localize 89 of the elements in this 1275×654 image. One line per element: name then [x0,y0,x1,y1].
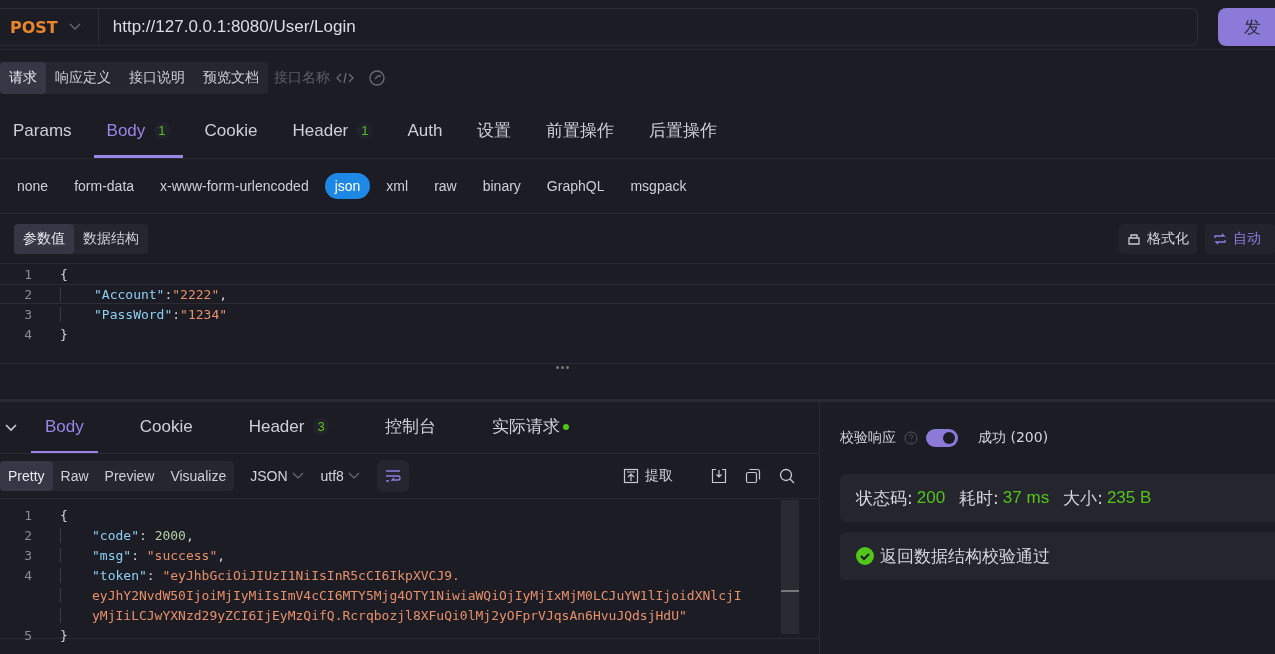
schema-check-message: 返回数据结构校验通过 [880,544,1050,568]
code-line: "msg": "success", [60,547,226,563]
response-tab[interactable]: Body [31,402,98,453]
body-type-option[interactable]: binary [472,173,531,199]
request-tab[interactable]: 前置操作 [533,106,628,158]
code-line: { [60,507,68,523]
stat-label: 状态码: [856,486,913,510]
body-type-option[interactable]: GraphQL [536,173,615,199]
stat-label: 耗时: [959,486,999,510]
editor-mode-tab[interactable]: 数据结构 [74,223,148,254]
line-number: 5 [23,627,33,643]
doc-tab[interactable]: 接口说明 [120,62,194,94]
stat-value: 37 ms [1002,488,1050,508]
response-tab[interactable]: 控制台 [370,402,450,453]
code-line: "PassWord":"1234" [60,306,228,322]
request-tab[interactable]: Body 1 [93,106,183,158]
doc-tab[interactable]: 请求 [0,62,46,94]
wrap-icon [383,469,402,483]
stat-value: 200 [916,488,946,508]
chevron-icon [67,22,82,32]
view-mode-tab[interactable]: Preview [96,461,163,491]
extract-button[interactable]: 提取 [623,467,673,485]
stat-value: 235 B [1106,488,1152,508]
collapse-icon[interactable] [4,422,18,433]
editor-mode-tab[interactable]: 参数值 [14,223,74,254]
body-type-option[interactable]: json [324,173,371,199]
chevron-icon [346,471,361,481]
validation-result: 成功 (200) [978,429,1049,447]
code-line: } [60,627,68,643]
request-tab[interactable]: Header 1 [279,106,386,158]
code-icon[interactable] [336,71,354,85]
request-tab[interactable]: Params [0,106,85,158]
body-type-option[interactable]: xml [376,173,419,199]
response-tab[interactable]: 实际请求 [477,402,583,453]
body-type-option[interactable]: x-www-form-urlencoded [150,173,319,199]
code-line: yMjIiLCJwYXNzd29yZCI6IjEyMzQifQ.Rcrqbozjl8XFuQi0lMj2yOFprVJqsAn6HvuJQdsjHdU" [60,607,687,623]
encoding-select[interactable]: utf8 [320,468,361,484]
doc-tab[interactable]: 响应定义 [46,62,120,94]
validate-label: 校验响应 [840,429,896,447]
response-tab[interactable]: Cookie [125,402,207,453]
download-icon[interactable] [711,468,727,484]
request-tab[interactable]: 设置 [464,106,525,158]
resize-handle[interactable] [554,366,571,369]
body-type-option[interactable]: raw [424,173,467,199]
line-number: 3 [23,306,33,322]
word-wrap-button[interactable] [376,460,409,492]
code-line: "token": "eyJhbGciOiJIUzI1NiIsInR5cCI6IkpXVCJ9. [60,567,460,583]
url-text: http://127.0.0.1:8080/User/Login [111,17,356,37]
line-number: 1 [23,507,33,523]
request-tab[interactable]: Cookie [191,106,271,158]
url-field[interactable]: POST http://127.0.0.1:8080/User/Login [0,8,1198,46]
stat-label: 大小: [1063,486,1103,510]
view-mode-tab[interactable]: Pretty [0,461,53,491]
request-tab[interactable]: Auth [394,106,456,158]
body-type-option[interactable]: form-data [64,173,145,199]
auto-generate-button[interactable]: 自动 [1205,223,1275,254]
code-line: eyJhY2NvdW50IjoiMjIyMiIsImV4cCI6MTY5Mjg4OTY1NiwiaWQiOjIyMjIxMjM0LCJuYW1lIjoidXNlcjI [60,587,742,603]
format-select[interactable]: JSON [250,468,305,484]
count-badge: 3 [313,418,329,435]
chevron-icon [290,471,305,481]
count-badge: 1 [154,122,170,139]
help-icon [904,431,918,445]
code-line: { [60,266,68,282]
format-button[interactable]: 格式化 [1119,223,1197,254]
code-line: "Account":"2222", [60,286,228,302]
line-number: 2 [23,527,33,543]
scrollbar[interactable] [781,500,799,634]
count-badge: 1 [357,122,373,139]
method-select[interactable]: POST [0,9,99,45]
code-line: } [60,326,68,342]
line-number: 3 [23,547,33,563]
line-number: 4 [23,326,33,342]
send-button[interactable]: 发 [1218,8,1275,46]
line-number: 4 [23,567,33,583]
line-number: 2 [23,286,33,302]
view-mode-tab[interactable]: Visualize [162,461,235,491]
toggle-switch[interactable] [926,429,958,447]
code-line: "code": 2000, [60,527,194,543]
line-number: 1 [23,266,33,282]
body-type-option[interactable]: none [7,173,59,199]
upload-icon [623,468,639,484]
request-tab[interactable]: 后置操作 [636,106,731,158]
body-type-option[interactable]: msgpack [620,173,697,199]
view-mode-tab[interactable]: Raw [52,461,97,491]
response-tab[interactable]: Header 3 [234,402,343,453]
copy-icon[interactable] [745,468,761,484]
search-icon[interactable] [779,468,795,484]
repeat-icon [1213,231,1227,246]
doc-tab[interactable]: 预览文档 [194,62,268,94]
